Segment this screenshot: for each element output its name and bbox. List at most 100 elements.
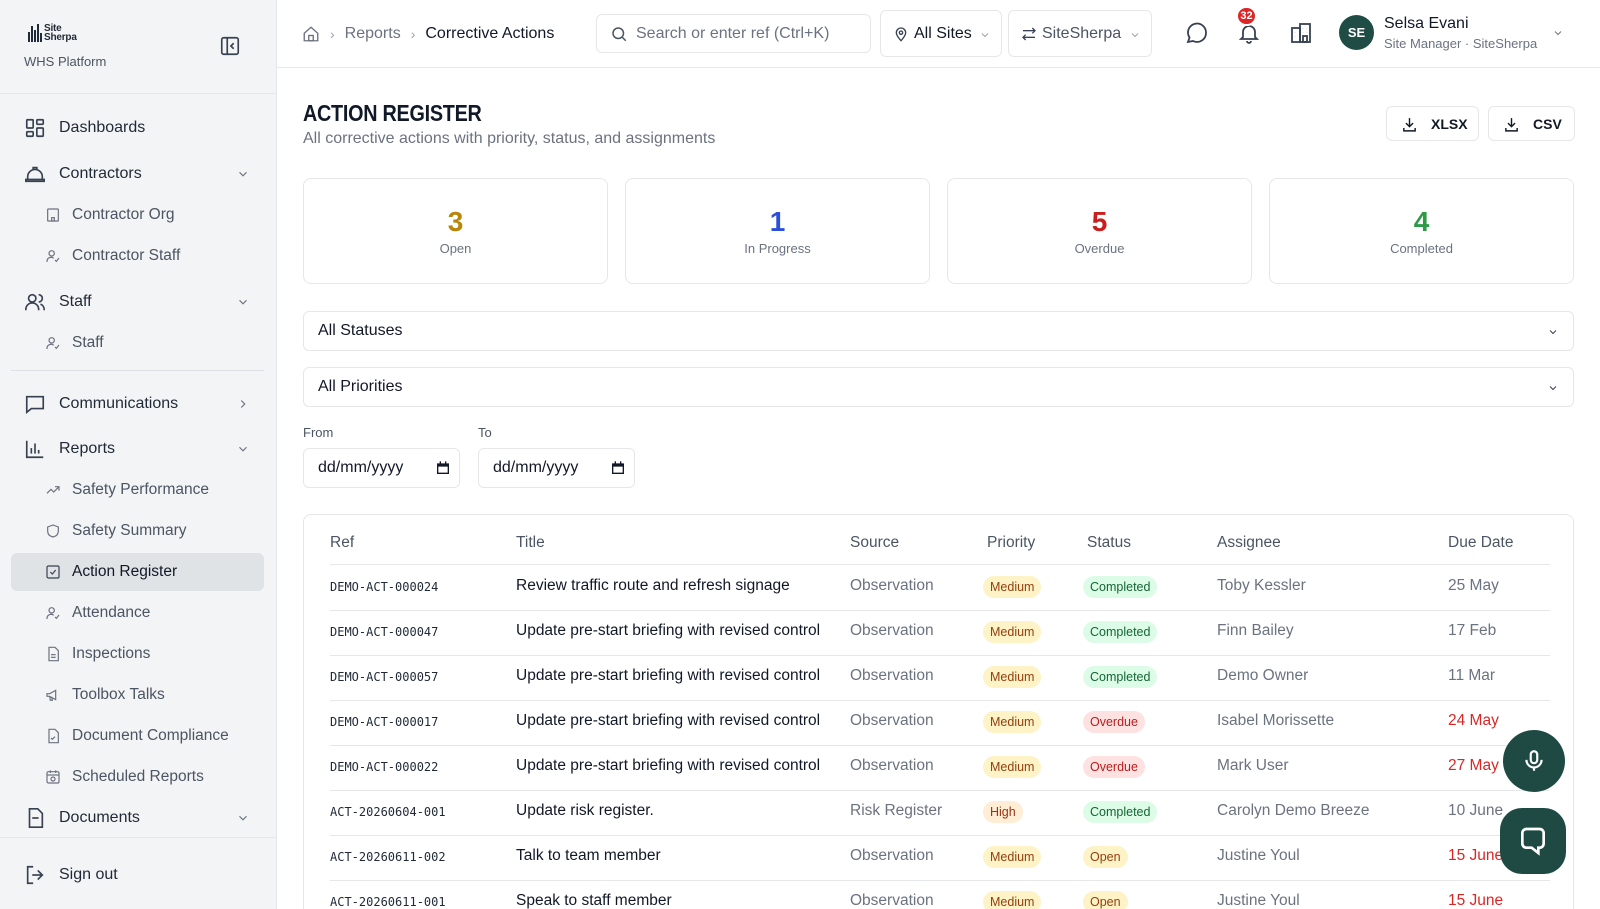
file-check-icon	[45, 728, 61, 744]
status-badge: Overdue	[1083, 756, 1145, 778]
row-assignee: Finn Bailey	[1217, 622, 1294, 639]
log-out-icon	[24, 864, 46, 886]
chevron-down-icon[interactable]	[1552, 27, 1564, 39]
column-header-priority[interactable]: Priority	[987, 534, 1035, 552]
calendar-icon[interactable]	[435, 460, 451, 476]
row-due-date: 15 June	[1448, 892, 1504, 909]
column-header-title[interactable]: Title	[516, 534, 545, 552]
sidebar-item-safety-summary[interactable]: Safety Summary	[11, 512, 264, 550]
sidebar-item-label: Contractor Staff	[72, 247, 181, 264]
date-placeholder: dd/mm/yyyy	[318, 459, 404, 476]
sidebar-item-communications[interactable]: Communications	[11, 384, 264, 424]
stat-card-in-progress[interactable]: 1 In Progress	[625, 178, 930, 284]
sidebar-item-documents[interactable]: Documents	[11, 798, 264, 837]
column-header-assignee[interactable]: Assignee	[1217, 534, 1281, 552]
global-search[interactable]	[596, 14, 871, 53]
site-filter-dropdown[interactable]: All Sites	[880, 10, 1002, 57]
search-input[interactable]	[636, 23, 861, 45]
sidebar-item-scheduled-reports[interactable]: Scheduled Reports	[11, 758, 264, 796]
sidebar-item-label: Staff	[72, 334, 104, 351]
stat-card-completed[interactable]: 4 Completed	[1269, 178, 1574, 284]
sidebar-item-dashboards[interactable]: Dashboards	[11, 108, 264, 148]
sidebar-item-contractor-org[interactable]: Contractor Org	[11, 196, 264, 234]
sign-out-button[interactable]: Sign out	[11, 855, 264, 895]
sidebar-item-safety-performance[interactable]: Safety Performance	[11, 471, 264, 509]
sidebar-item-contractors[interactable]: Contractors	[11, 154, 264, 194]
voice-input-button[interactable]	[1503, 730, 1565, 792]
user-avatar[interactable]: SE	[1339, 15, 1374, 50]
chevron-down-icon	[1129, 29, 1141, 41]
user-name[interactable]: Selsa Evani	[1384, 15, 1469, 33]
row-source: Observation	[850, 712, 934, 729]
org-switcher-dropdown[interactable]: SiteSherpa	[1008, 10, 1152, 57]
table-row[interactable]: ACT-20260611-002 Talk to team member Obser…	[330, 835, 1550, 881]
column-header-status[interactable]: Status	[1087, 534, 1131, 552]
row-source: Risk Register	[850, 802, 943, 819]
support-chat-button[interactable]	[1500, 808, 1566, 874]
to-date-input[interactable]: dd/mm/yyyy	[478, 448, 635, 488]
sidebar-item-staff-list[interactable]: Staff	[11, 324, 264, 362]
sidebar-item-action-register[interactable]: Action Register	[11, 553, 264, 591]
stat-label: In Progress	[744, 241, 811, 256]
download-icon	[1503, 116, 1520, 133]
stat-card-overdue[interactable]: 5 Overdue	[947, 178, 1252, 284]
priority-filter-select[interactable]: All Priorities	[303, 367, 1574, 407]
priority-badge: Medium	[983, 711, 1042, 733]
sidebar-item-toolbox-talks[interactable]: Toolbox Talks	[11, 676, 264, 714]
shield-icon	[45, 523, 61, 539]
table-row[interactable]: DEMO-ACT-000047 Update pre-start briefing…	[330, 610, 1550, 656]
stat-card-open[interactable]: 3 Open	[303, 178, 608, 284]
table-row[interactable]: DEMO-ACT-000024 Review traffic route and …	[330, 565, 1550, 611]
row-assignee: Carolyn Demo Breeze	[1217, 802, 1370, 819]
priority-badge: Medium	[983, 846, 1042, 868]
priority-badge: Medium	[983, 621, 1042, 643]
site-sherpa-logo[interactable]: Site Sherpa	[28, 23, 77, 43]
column-header-source[interactable]: Source	[850, 534, 899, 552]
sidebar-item-reports[interactable]: Reports	[11, 429, 264, 469]
sidebar-item-label: Communications	[59, 395, 179, 412]
sidebar-item-contractor-staff[interactable]: Contractor Staff	[11, 237, 264, 275]
stat-value: 1	[769, 206, 786, 237]
sidebar-item-inspections[interactable]: Inspections	[11, 635, 264, 673]
export-xlsx-button[interactable]: XLSX	[1386, 106, 1479, 141]
table-row[interactable]: ACT-20260604-001 Update risk register. Ris…	[330, 790, 1550, 836]
sidebar-item-label: Contractor Org	[72, 206, 175, 223]
table-row[interactable]: ACT-20260611-001 Speak to staff member Obs…	[330, 880, 1550, 909]
column-header-ref[interactable]: Ref	[330, 534, 354, 552]
priority-badge: Medium	[983, 666, 1042, 688]
row-source: Observation	[850, 892, 934, 909]
chevron-down-icon	[236, 442, 250, 456]
messages-icon[interactable]	[1185, 21, 1209, 45]
sidebar: Site Sherpa WHS Platform Dashboards Cont…	[0, 0, 277, 909]
home-icon[interactable]	[302, 25, 320, 43]
logo-wordmark: Site Sherpa	[44, 23, 77, 43]
sign-out-label: Sign out	[59, 866, 118, 883]
sidebar-nav: Dashboards Contractors Contractor Org Co…	[0, 102, 277, 837]
table-row[interactable]: DEMO-ACT-000057 Update pre-start briefing…	[330, 655, 1550, 701]
microphone-icon	[1521, 748, 1547, 774]
dashboard-grid-icon	[24, 117, 46, 139]
row-ref: DEMO-ACT-000047	[330, 625, 439, 639]
sidebar-item-document-compliance[interactable]: Document Compliance	[11, 717, 264, 755]
sidebar-collapse-icon[interactable]	[219, 35, 241, 57]
row-source: Observation	[850, 847, 934, 864]
buildings-icon[interactable]	[1289, 21, 1313, 45]
sidebar-item-attendance[interactable]: Attendance	[11, 594, 264, 632]
row-ref: ACT-20260611-001	[330, 895, 446, 909]
bar-chart-icon	[24, 438, 46, 460]
sidebar-item-label: Toolbox Talks	[72, 686, 165, 703]
export-xlsx-label: XLSX	[1431, 116, 1468, 132]
row-title: Update pre-start briefing with revised c…	[516, 712, 821, 729]
export-csv-button[interactable]: CSV	[1488, 106, 1575, 141]
row-assignee: Demo Owner	[1217, 667, 1309, 684]
table-row[interactable]: DEMO-ACT-000022 Update pre-start briefing…	[330, 745, 1550, 791]
column-header-due-date[interactable]: Due Date	[1448, 534, 1513, 552]
sidebar-item-staff[interactable]: Staff	[11, 282, 264, 322]
priority-badge: Medium	[983, 756, 1042, 778]
row-due-date: 25 May	[1448, 577, 1499, 594]
table-row[interactable]: DEMO-ACT-000017 Update pre-start briefing…	[330, 700, 1550, 746]
calendar-icon[interactable]	[610, 460, 626, 476]
from-date-input[interactable]: dd/mm/yyyy	[303, 448, 460, 488]
breadcrumb-reports-link[interactable]: Reports	[345, 25, 401, 43]
status-filter-select[interactable]: All Statuses	[303, 311, 1574, 351]
